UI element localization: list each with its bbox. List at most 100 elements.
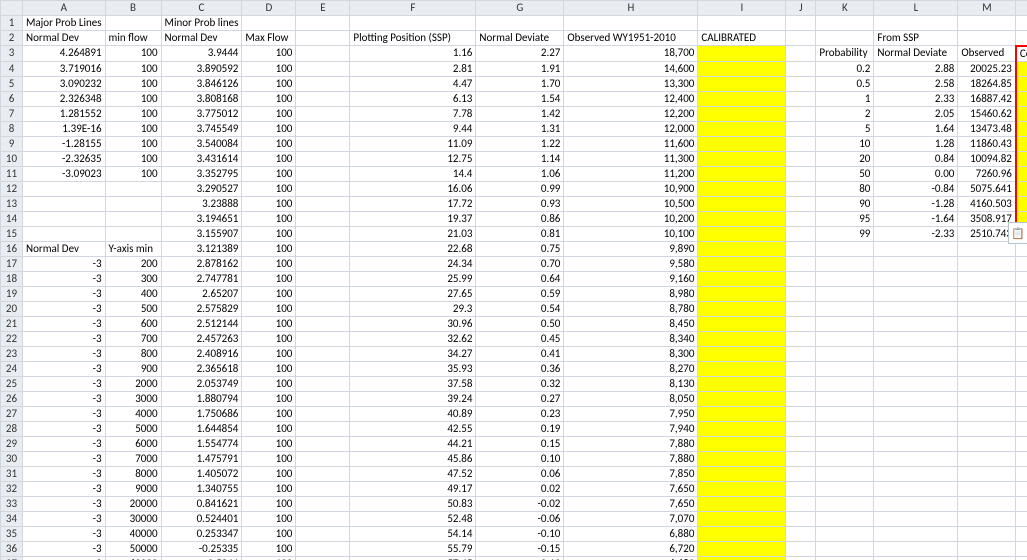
cell-I1[interactable] [698, 16, 786, 31]
cell-E1[interactable] [296, 16, 350, 31]
cell-B15[interactable] [105, 226, 161, 242]
cell-N34[interactable] [1016, 512, 1027, 527]
cell-A15[interactable] [23, 226, 106, 242]
cell-D18[interactable]: 100 [242, 272, 296, 287]
cell-K29[interactable] [816, 437, 874, 452]
cell-E2[interactable] [296, 31, 350, 46]
cell-G9[interactable]: 1.22 [476, 136, 564, 151]
cell-G34[interactable]: -0.06 [476, 512, 564, 527]
cell-G28[interactable]: 0.19 [476, 422, 564, 437]
row-header-32[interactable]: 32 [1, 482, 23, 497]
cell-A33[interactable]: -3 [23, 497, 106, 512]
cell-B16[interactable]: Y-axis min [105, 242, 161, 257]
cell-N8[interactable]: 14439.33 [1016, 121, 1027, 136]
cell-A27[interactable]: -3 [23, 407, 106, 422]
cell-H29[interactable]: 7,880 [564, 437, 698, 452]
spreadsheet-grid[interactable]: A B C D E F G H I J K L M N 1Major Prob … [0, 0, 1027, 560]
row-header-11[interactable]: 11 [1, 166, 23, 181]
cell-L9[interactable]: 1.28 [874, 136, 958, 151]
cell-G20[interactable]: 0.54 [476, 302, 564, 317]
cell-I31[interactable] [698, 467, 786, 482]
cell-B22[interactable]: 700 [105, 332, 161, 347]
cell-I29[interactable] [698, 437, 786, 452]
cell-J35[interactable] [786, 527, 816, 542]
cell-J33[interactable] [786, 497, 816, 512]
cell-K8[interactable]: 5 [816, 121, 874, 136]
cell-N2[interactable] [1016, 31, 1027, 46]
cell-F4[interactable]: 2.81 [350, 61, 476, 76]
cell-D34[interactable]: 100 [242, 512, 296, 527]
cell-L11[interactable]: 0.00 [874, 166, 958, 181]
cell-K13[interactable]: 90 [816, 196, 874, 211]
cell-M9[interactable]: 11860.43 [958, 136, 1016, 151]
cell-D24[interactable]: 100 [242, 362, 296, 377]
cell-N23[interactable] [1016, 347, 1027, 362]
cell-J17[interactable] [786, 257, 816, 272]
cell-L6[interactable]: 2.33 [874, 91, 958, 106]
cell-M4[interactable]: 20025.23 [958, 61, 1016, 76]
cell-K1[interactable] [816, 16, 874, 31]
cell-E37[interactable] [296, 557, 350, 560]
cell-L30[interactable] [874, 452, 958, 467]
cell-D6[interactable]: 100 [242, 91, 296, 106]
cell-M3[interactable]: Observed [958, 46, 1016, 62]
cell-L2[interactable]: From SSP [874, 31, 958, 46]
cell-L22[interactable] [874, 332, 958, 347]
cell-D4[interactable]: 100 [242, 61, 296, 76]
cell-H22[interactable]: 8,340 [564, 332, 698, 347]
cell-H6[interactable]: 12,400 [564, 91, 698, 106]
cell-J4[interactable] [786, 61, 816, 76]
cell-E23[interactable] [296, 347, 350, 362]
cell-N12[interactable]: 5585.503 [1016, 181, 1027, 196]
cell-F5[interactable]: 4.47 [350, 76, 476, 91]
cell-J29[interactable] [786, 437, 816, 452]
cell-J12[interactable] [786, 181, 816, 196]
cell-M31[interactable] [958, 467, 1016, 482]
cell-J2[interactable] [786, 31, 816, 46]
cell-D15[interactable]: 100 [242, 226, 296, 242]
cell-N11[interactable]: 7969.423 [1016, 166, 1027, 181]
col-L[interactable]: L [874, 1, 958, 16]
cell-B28[interactable]: 5000 [105, 422, 161, 437]
cell-F22[interactable]: 32.62 [350, 332, 476, 347]
cell-E25[interactable] [296, 377, 350, 392]
cell-D33[interactable]: 100 [242, 497, 296, 512]
cell-A17[interactable]: -3 [23, 257, 106, 272]
col-J[interactable]: J [786, 1, 816, 16]
row-header-21[interactable]: 21 [1, 317, 23, 332]
cell-J21[interactable] [786, 317, 816, 332]
cell-J36[interactable] [786, 542, 816, 557]
cell-H27[interactable]: 7,950 [564, 407, 698, 422]
cell-E14[interactable] [296, 211, 350, 226]
cell-G33[interactable]: -0.02 [476, 497, 564, 512]
cell-I22[interactable] [698, 332, 786, 347]
cell-B5[interactable]: 100 [105, 76, 161, 91]
cell-D21[interactable]: 100 [242, 317, 296, 332]
spreadsheet-viewport[interactable]: A B C D E F G H I J K L M N 1Major Prob … [0, 0, 1027, 560]
cell-G6[interactable]: 1.54 [476, 91, 564, 106]
cell-I4[interactable] [698, 61, 786, 76]
cell-B17[interactable]: 200 [105, 257, 161, 272]
cell-B4[interactable]: 100 [105, 61, 161, 76]
row-header-25[interactable]: 25 [1, 377, 23, 392]
col-F[interactable]: F [350, 1, 476, 16]
cell-H28[interactable]: 7,940 [564, 422, 698, 437]
cell-H35[interactable]: 6,880 [564, 527, 698, 542]
row-header-35[interactable]: 35 [1, 527, 23, 542]
cell-A4[interactable]: 3.719016 [23, 61, 106, 76]
cell-J15[interactable] [786, 226, 816, 242]
cell-I13[interactable] [698, 196, 786, 211]
cell-F11[interactable]: 14.4 [350, 166, 476, 181]
cell-A7[interactable]: 1.281552 [23, 106, 106, 121]
cell-F28[interactable]: 42.55 [350, 422, 476, 437]
cell-I6[interactable] [698, 91, 786, 106]
cell-M34[interactable] [958, 512, 1016, 527]
cell-G19[interactable]: 0.59 [476, 287, 564, 302]
cell-F21[interactable]: 30.96 [350, 317, 476, 332]
cell-A5[interactable]: 3.090232 [23, 76, 106, 91]
cell-C15[interactable]: 3.155907 [161, 226, 242, 242]
cell-D27[interactable]: 100 [242, 407, 296, 422]
cell-H26[interactable]: 8,050 [564, 392, 698, 407]
cell-F8[interactable]: 9.44 [350, 121, 476, 136]
cell-F34[interactable]: 52.48 [350, 512, 476, 527]
